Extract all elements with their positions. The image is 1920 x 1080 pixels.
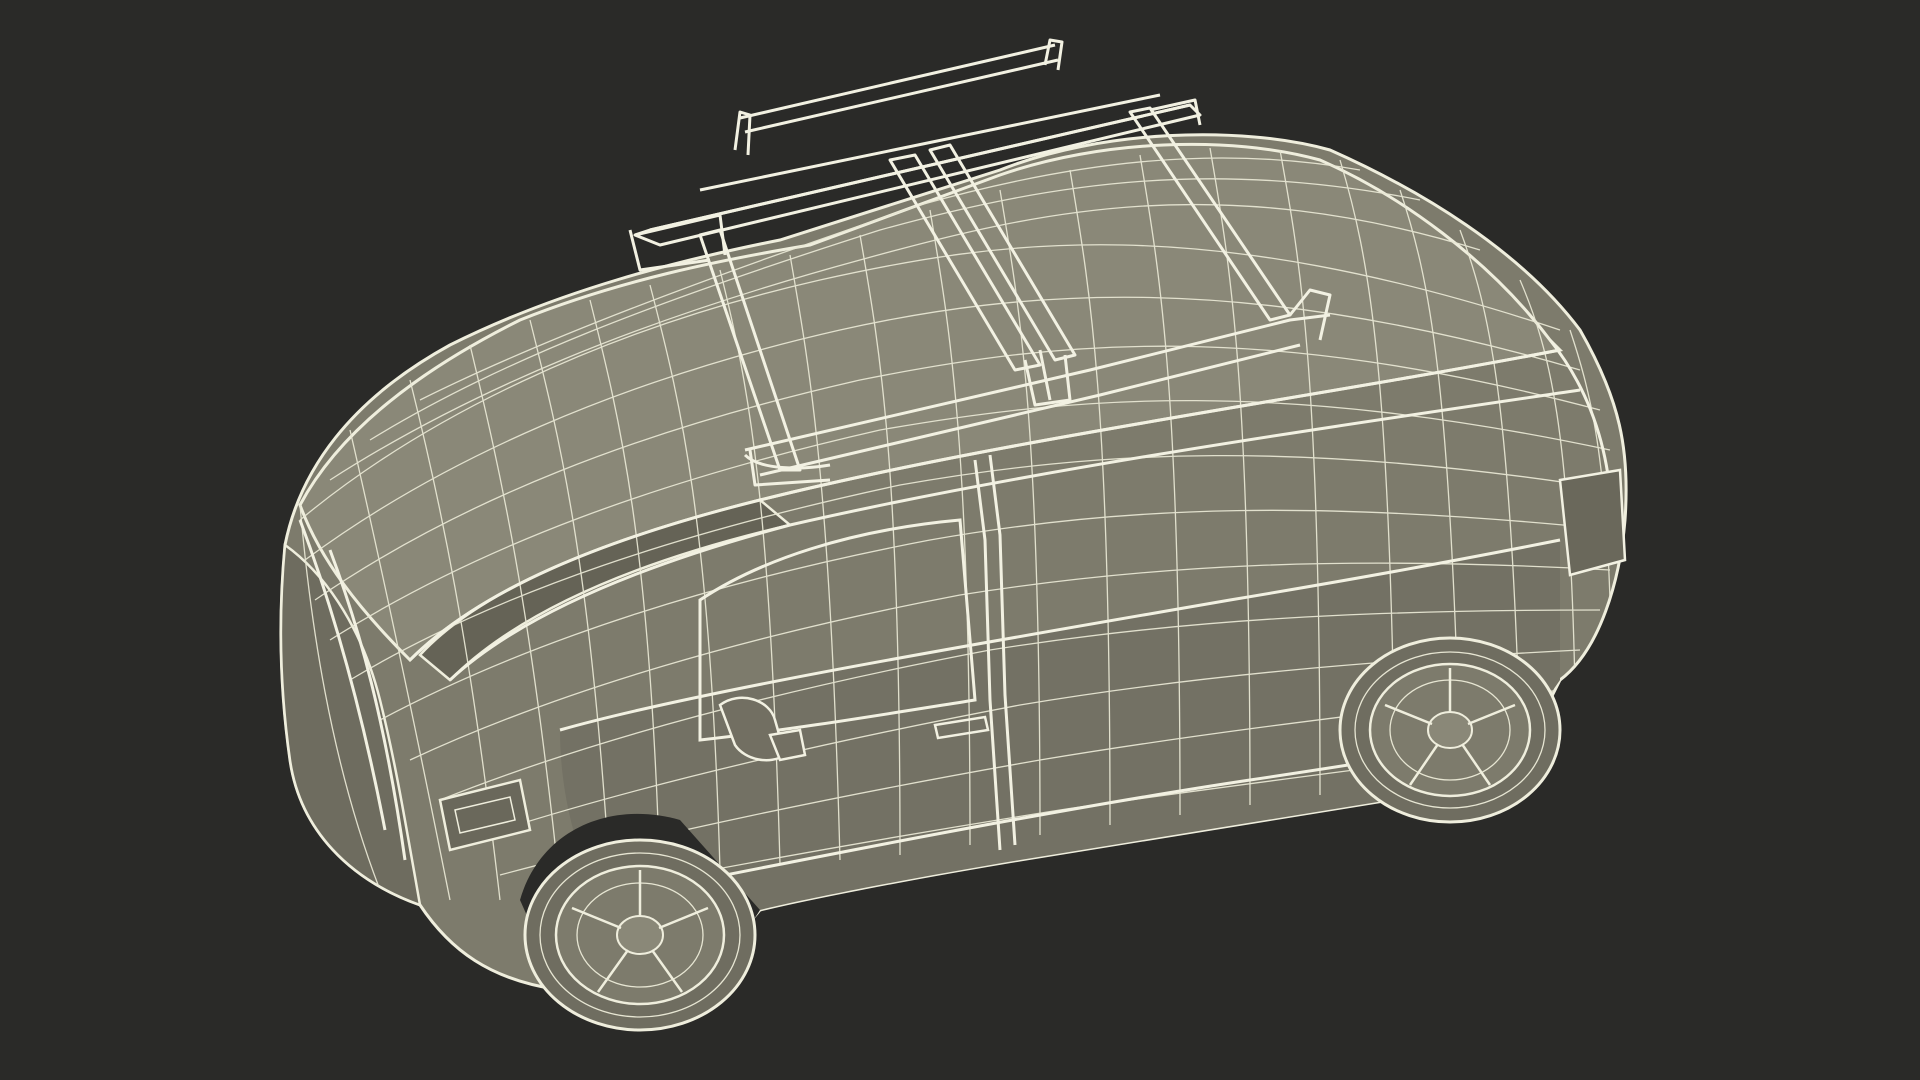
viewport <box>0 0 1920 1080</box>
van-wireframe-render <box>279 38 1628 1032</box>
rear-wheel <box>1338 636 1562 824</box>
tail-light <box>1558 468 1627 577</box>
